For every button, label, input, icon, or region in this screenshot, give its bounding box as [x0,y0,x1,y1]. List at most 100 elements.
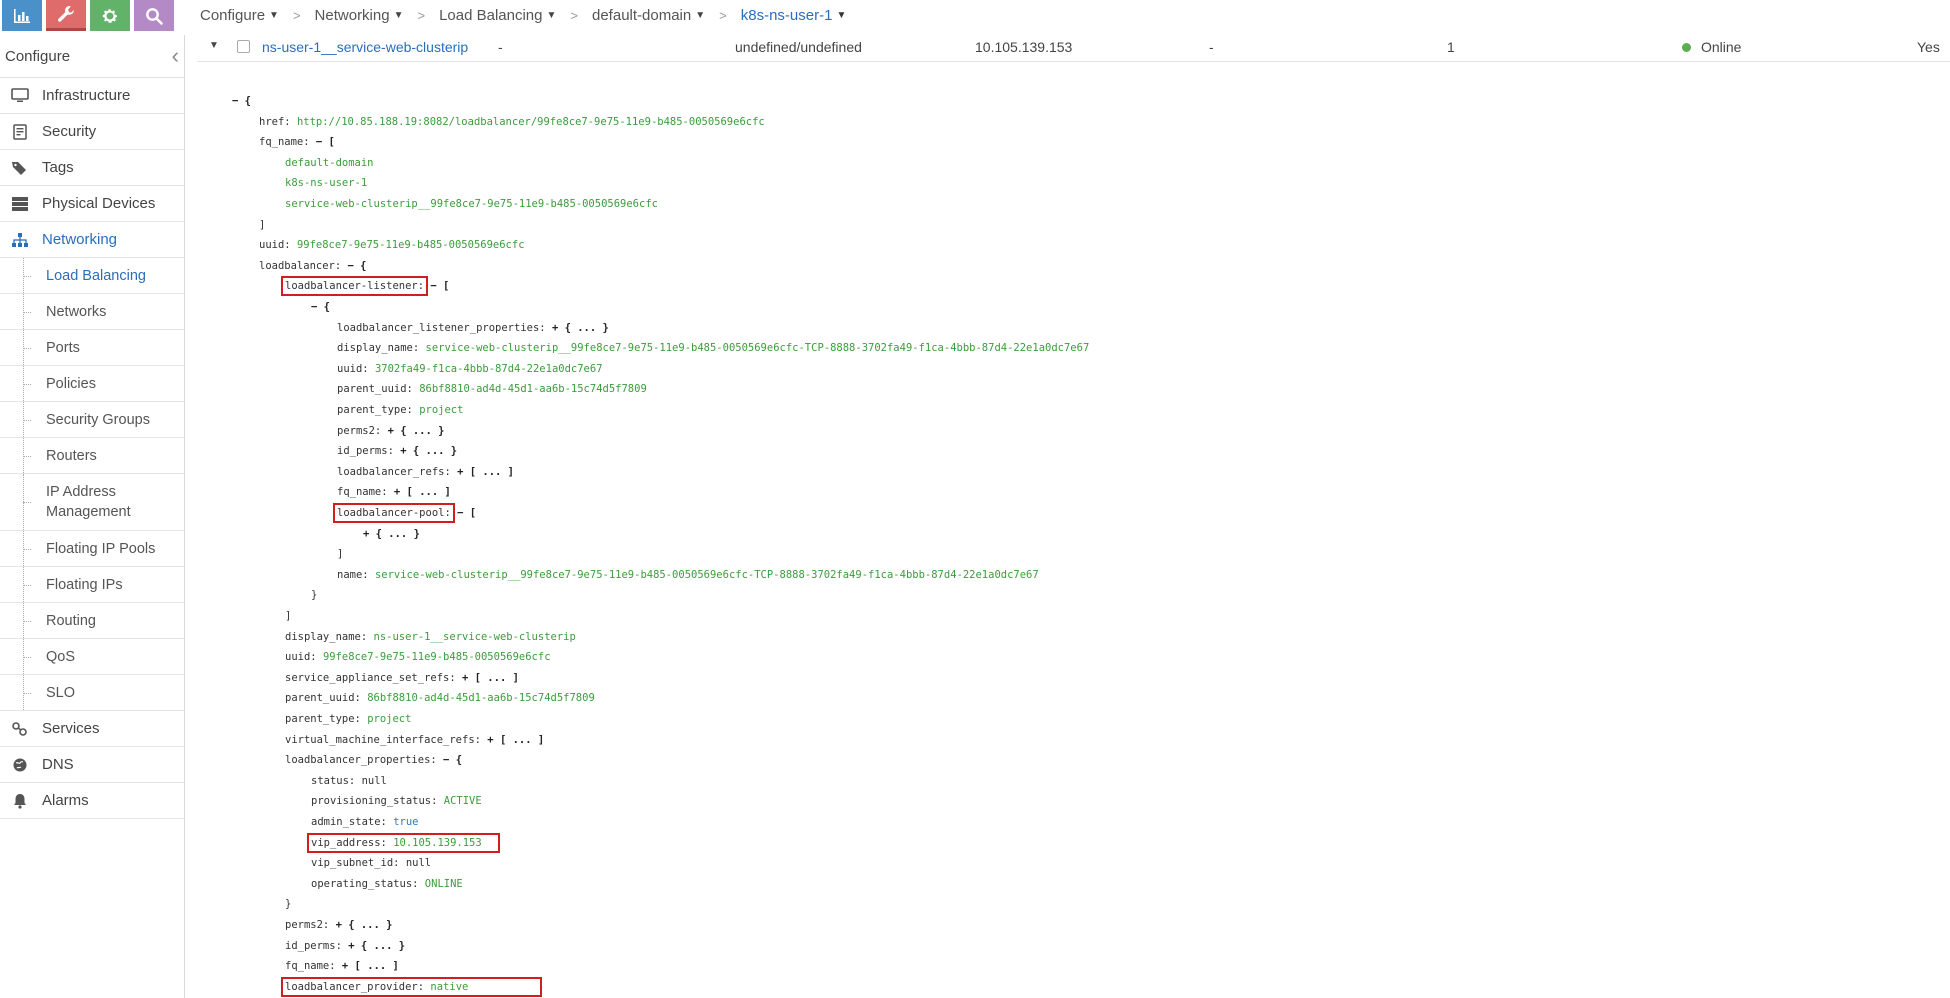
row-checkbox[interactable] [237,40,250,53]
collapse-row-icon[interactable]: ▼ [209,40,219,51]
breadcrumb-label: Load Balancing [439,6,543,24]
sidebar-item-label: Alarms [42,792,89,809]
collapse-toggle[interactable]: − [ [457,507,476,519]
sidebar-item-slo[interactable]: SLO [0,675,184,711]
json-line: } [285,894,291,915]
json-line: href: http://10.85.188.19:8082/loadbalan… [259,112,765,133]
sidebar-item-services[interactable]: Services [0,711,184,747]
json-value: 3702fa49-f1ca-4bbb-87d4-22e1a0dc7e67 [374,362,603,375]
json-line[interactable]: − { [232,91,251,112]
json-value: default-domain [285,156,374,169]
expand-toggle[interactable]: + { ... } [348,940,405,952]
json-value: project [419,404,464,416]
expand-toggle[interactable]: + { ... } [363,528,420,540]
settings-tab[interactable] [90,0,130,31]
top-nav [0,0,185,34]
json-key: parent_uuid: [285,692,368,705]
sidebar-subitem-label: IP Address Management [46,484,131,520]
bell-icon [10,792,30,810]
row-floating-ip: - [1209,39,1214,55]
json-line: fq_name: + [ ... ] [337,482,451,503]
sidebar-item-routing[interactable]: Routing [0,603,184,639]
row-pools: 1 [1447,39,1455,55]
table-row[interactable]: ▼ ns-user-1__service-web-clusterip - und… [197,34,1950,62]
sidebar-item-ipam[interactable]: IP Address Management [0,474,184,531]
sidebar-item-policies[interactable]: Policies [0,366,184,402]
sidebar-title: Configure [5,47,71,65]
json-details: − { href: http://10.85.188.19:8082/loadb… [195,91,1935,998]
expand-toggle[interactable]: + [ ... ] [342,960,399,972]
json-line: id_perms: + { ... } [337,441,457,462]
collapse-toggle[interactable]: − [ [430,280,449,292]
collapse-sidebar-icon[interactable]: ‹ [172,45,179,67]
loadbalancer-name-link[interactable]: ns-user-1__service-web-clusterip [262,39,468,55]
json-key-highlighted: loadbalancer-pool: [333,503,455,523]
collapse-toggle[interactable]: − [ [316,136,335,148]
sidebar-item-security-groups[interactable]: Security Groups [0,402,184,438]
json-value: native [430,980,469,993]
collapse-toggle[interactable]: − { [311,301,330,313]
json-line: operating_status: ONLINE [311,874,463,895]
sidebar-item-physical-devices[interactable]: Physical Devices [0,186,184,222]
sidebar-subitem-label: Networks [46,303,107,320]
json-key: vip_subnet_id: [311,857,406,870]
status-dot-icon [1682,42,1691,52]
expand-toggle[interactable]: + { ... } [552,322,609,334]
json-line: perms2: + { ... } [337,421,444,442]
expand-toggle[interactable]: + { ... } [400,445,457,457]
json-line: uuid: 99fe8ce7-9e75-11e9-b485-0050569e6c… [285,647,551,668]
json-line: fq_name: − [ [259,132,335,153]
json-line: parent_uuid: 86bf8810-ad4d-45d1-aa6b-15c… [337,379,647,400]
sidebar-subitem-label: QoS [46,648,76,665]
json-line: status: null [311,771,387,792]
sidebar-item-dns[interactable]: DNS [0,747,184,783]
json-value: service-web-clusterip__99fe8ce7-9e75-11e… [285,198,658,210]
sidebar-subitem-label: Floating IPs [46,576,123,593]
expand-toggle[interactable]: + [ ... ] [487,734,544,746]
json-line: ] [259,215,265,236]
sidebar-item-security[interactable]: Security [0,114,184,150]
collapse-toggle[interactable]: − { [443,754,462,766]
sidebar: Configure ‹ Infrastructure Security Tags… [0,35,185,998]
breadcrumb-domain[interactable]: default-domain ▼ [592,7,705,24]
sidebar-item-alarms[interactable]: Alarms [0,783,184,819]
sidebar-item-load-balancing[interactable]: Load Balancing [0,258,184,294]
sidebar-item-networking[interactable]: Networking [0,222,184,258]
breadcrumb: Configure ▼ > Networking ▼ > Load Balancin… [200,0,846,30]
sidebar-item-label: Networking [42,231,118,248]
json-key: virtual_machine_interface_refs: [285,733,488,746]
expand-toggle[interactable]: + [ ... ] [462,672,519,684]
sidebar-subitem-label: Security Groups [46,411,150,428]
json-value: 99fe8ce7-9e75-11e9-b485-0050569e6cfc [322,651,551,664]
json-key: loadbalancer: [259,259,348,272]
sidebar-item-tags[interactable]: Tags [0,150,184,186]
collapse-toggle[interactable]: − { [232,95,251,107]
sidebar-item-routers[interactable]: Routers [0,438,184,474]
json-key: uuid: [259,239,297,252]
json-key-highlighted: loadbalancer-listener: [280,276,429,297]
sidebar-item-floating-ips[interactable]: Floating IPs [0,567,184,603]
collapse-toggle[interactable]: − { [348,260,367,272]
sidebar-item-floating-ip-pools[interactable]: Floating IP Pools [0,531,184,567]
sidebar-item-infrastructure[interactable]: Infrastructure [0,78,184,114]
breadcrumb-networking[interactable]: Networking ▼ [315,7,404,24]
expand-toggle[interactable]: + [ ... ] [457,466,514,478]
json-bracket: ] [337,548,344,561]
sidebar-item-ports[interactable]: Ports [0,330,184,366]
monitor-tab[interactable] [2,0,42,31]
query-tab[interactable] [134,0,174,31]
breadcrumb-configure[interactable]: Configure ▼ [200,7,279,24]
expand-toggle[interactable]: + { ... } [388,425,445,437]
json-key: name: [337,568,375,581]
configure-tab[interactable] [46,0,86,31]
json-line: loadbalancer_provider: native [280,976,543,998]
expand-toggle[interactable]: + { ... } [336,919,393,931]
sidebar-item-qos[interactable]: QoS [0,639,184,675]
row-ip-address: 10.105.139.153 [975,39,1073,55]
breadcrumb-load-balancing[interactable]: Load Balancing ▼ [439,7,556,24]
sidebar-item-networks[interactable]: Networks [0,294,184,330]
sidebar-subitem-label: Policies [46,375,96,392]
breadcrumb-project[interactable]: k8s-ns-user-1 ▼ [741,7,847,24]
expand-toggle[interactable]: + [ ... ] [394,486,451,498]
json-line: vip_subnet_id: null [311,853,431,874]
